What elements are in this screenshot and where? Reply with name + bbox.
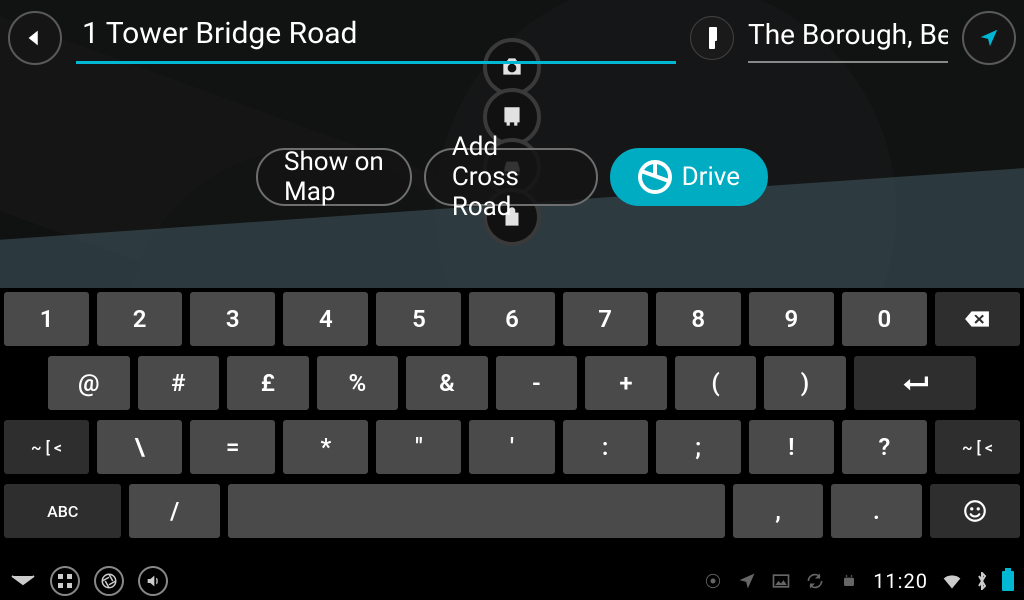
key-6[interactable]: 6 — [469, 292, 554, 346]
key-emoji[interactable] — [930, 484, 1020, 538]
key-row-4: ABC / , . — [4, 484, 1020, 538]
system-bar: 11:20 — [0, 562, 1024, 600]
screen: 1 Tower Bridge Road The Borough, Ber Sho… — [0, 0, 1024, 600]
recenter-button[interactable] — [962, 11, 1016, 65]
key-question[interactable]: ? — [842, 420, 927, 474]
key-plus[interactable]: + — [585, 356, 667, 410]
key-abc-toggle[interactable]: ABC — [4, 484, 121, 538]
battery-icon — [1002, 571, 1014, 591]
collapse-icon[interactable] — [10, 574, 36, 588]
key-rparen[interactable]: ) — [764, 356, 846, 410]
key-enter[interactable] — [854, 356, 976, 410]
sync-status-icon — [805, 571, 825, 591]
key-colon[interactable]: : — [563, 420, 648, 474]
wifi-icon — [942, 573, 962, 589]
key-squote[interactable]: ' — [469, 420, 554, 474]
header: 1 Tower Bridge Road The Borough, Ber — [8, 8, 1016, 68]
backspace-icon — [964, 306, 990, 332]
key-space[interactable] — [228, 484, 725, 538]
key-comma[interactable]: , — [733, 484, 823, 538]
key-hash[interactable]: # — [138, 356, 220, 410]
key-amp[interactable]: & — [406, 356, 488, 410]
back-button[interactable] — [8, 11, 62, 65]
key-3[interactable]: 3 — [190, 292, 275, 346]
key-slash[interactable]: / — [129, 484, 219, 538]
key-more-symbols-right[interactable]: ~ [ < — [935, 420, 1020, 474]
clock: 11:20 — [873, 569, 928, 593]
speaker-icon — [145, 573, 161, 589]
emoji-icon — [962, 498, 988, 524]
nav-status-icon — [737, 571, 757, 591]
key-row-1: 1 2 3 4 5 6 7 8 9 0 — [4, 292, 1020, 346]
volume-button[interactable] — [138, 566, 168, 596]
key-period[interactable]: . — [831, 484, 921, 538]
key-backspace[interactable] — [935, 292, 1020, 346]
gps-status-icon — [703, 571, 723, 591]
aperture-icon — [100, 572, 118, 590]
key-pound[interactable]: £ — [227, 356, 309, 410]
enter-icon — [902, 370, 928, 396]
back-arrow-icon — [24, 27, 46, 49]
key-more-symbols-left[interactable]: ~ [ < — [4, 420, 89, 474]
city-selector-button[interactable] — [690, 16, 734, 60]
bluetooth-icon — [976, 572, 988, 590]
key-5[interactable]: 5 — [376, 292, 461, 346]
location-arrow-icon — [978, 27, 1000, 49]
action-row: Show on Map Add Cross Road Drive — [256, 148, 768, 206]
key-1[interactable]: 1 — [4, 292, 89, 346]
key-dquote[interactable]: " — [376, 420, 461, 474]
image-status-icon — [771, 571, 791, 591]
key-0[interactable]: 0 — [842, 292, 927, 346]
key-semicolon[interactable]: ; — [656, 420, 741, 474]
camera-button[interactable] — [94, 566, 124, 596]
key-abc-toggle-label: ABC — [47, 502, 78, 521]
key-7[interactable]: 7 — [563, 292, 648, 346]
key-4[interactable]: 4 — [283, 292, 368, 346]
steering-wheel-icon — [638, 160, 672, 194]
key-asterisk[interactable]: * — [283, 420, 368, 474]
key-bang[interactable]: ! — [749, 420, 834, 474]
show-on-map-button[interactable]: Show on Map — [256, 148, 412, 206]
grid-icon — [58, 574, 72, 588]
key-8[interactable]: 8 — [656, 292, 741, 346]
key-equals[interactable]: = — [190, 420, 275, 474]
city-field[interactable]: The Borough, Ber — [748, 14, 948, 63]
drive-button[interactable]: Drive — [610, 148, 768, 206]
key-9[interactable]: 9 — [749, 292, 834, 346]
add-cross-road-label: Add Cross Road — [452, 132, 570, 222]
key-percent[interactable]: % — [317, 356, 399, 410]
key-dash[interactable]: - — [496, 356, 578, 410]
key-backslash[interactable]: \ — [97, 420, 182, 474]
android-status-icon — [839, 571, 859, 591]
apps-button[interactable] — [50, 566, 80, 596]
key-at[interactable]: @ — [48, 356, 130, 410]
drive-label: Drive — [682, 162, 740, 192]
key-more-symbols-left-label: ~ [ < — [31, 438, 62, 457]
address-search-input[interactable]: 1 Tower Bridge Road — [76, 12, 676, 64]
on-screen-keyboard: 1 2 3 4 5 6 7 8 9 0 @ # £ % & - + ( ) — [0, 288, 1024, 562]
key-more-symbols-right-label: ~ [ < — [962, 438, 993, 457]
add-cross-road-button[interactable]: Add Cross Road — [424, 148, 598, 206]
key-2[interactable]: 2 — [97, 292, 182, 346]
show-on-map-label: Show on Map — [284, 147, 384, 207]
key-row-2: @ # £ % & - + ( ) — [4, 356, 1020, 410]
key-row-3: ~ [ < \ = * " ' : ; ! ? ~ [ < — [4, 420, 1020, 474]
key-lparen[interactable]: ( — [675, 356, 757, 410]
